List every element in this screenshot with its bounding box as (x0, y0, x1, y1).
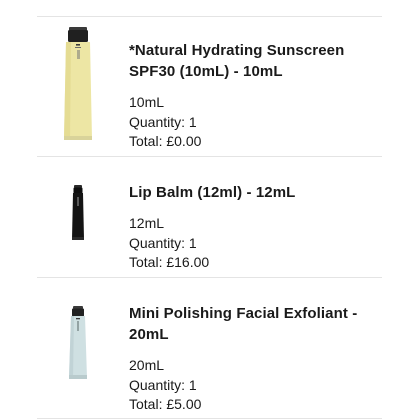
order-item: *Natural Hydrating Sunscreen SPF30 (10mL… (0, 17, 420, 156)
product-quantity: Quantity: 1 (129, 234, 197, 251)
product-size: 12mL (129, 215, 165, 231)
product-name[interactable]: Lip Balm (12ml) - 12mL (129, 182, 369, 203)
product-quantity: Quantity: 1 (129, 113, 197, 130)
cream-tube-icon (64, 27, 92, 140)
divider (37, 418, 382, 419)
product-name[interactable]: Mini Polishing Facial Exfoliant - 20mL (129, 303, 369, 345)
item-details: Mini Polishing Facial Exfoliant - 20mL 2… (129, 303, 369, 415)
product-size: 20mL (129, 357, 165, 373)
item-details: Lip Balm (12ml) - 12mL 12mL Quantity: 1 … (129, 182, 369, 273)
product-image[interactable] (58, 185, 98, 241)
blue-tube-icon (69, 306, 87, 379)
product-image[interactable] (58, 27, 98, 143)
product-image[interactable] (58, 306, 98, 380)
product-quantity: Quantity: 1 (129, 376, 197, 393)
product-total: Total: £0.00 (129, 133, 202, 149)
product-name[interactable]: *Natural Hydrating Sunscreen SPF30 (10mL… (129, 40, 369, 82)
order-item-list: *Natural Hydrating Sunscreen SPF30 (10mL… (0, 0, 420, 420)
black-tube-icon (72, 185, 84, 240)
product-total: Total: £5.00 (129, 396, 202, 412)
order-item: Lip Balm (12ml) - 12mL 12mL Quantity: 1 … (0, 157, 420, 277)
item-details: *Natural Hydrating Sunscreen SPF30 (10mL… (129, 40, 369, 152)
product-total: Total: £16.00 (129, 254, 210, 270)
product-size: 10mL (129, 94, 165, 110)
order-item: Mini Polishing Facial Exfoliant - 20mL 2… (0, 278, 420, 420)
